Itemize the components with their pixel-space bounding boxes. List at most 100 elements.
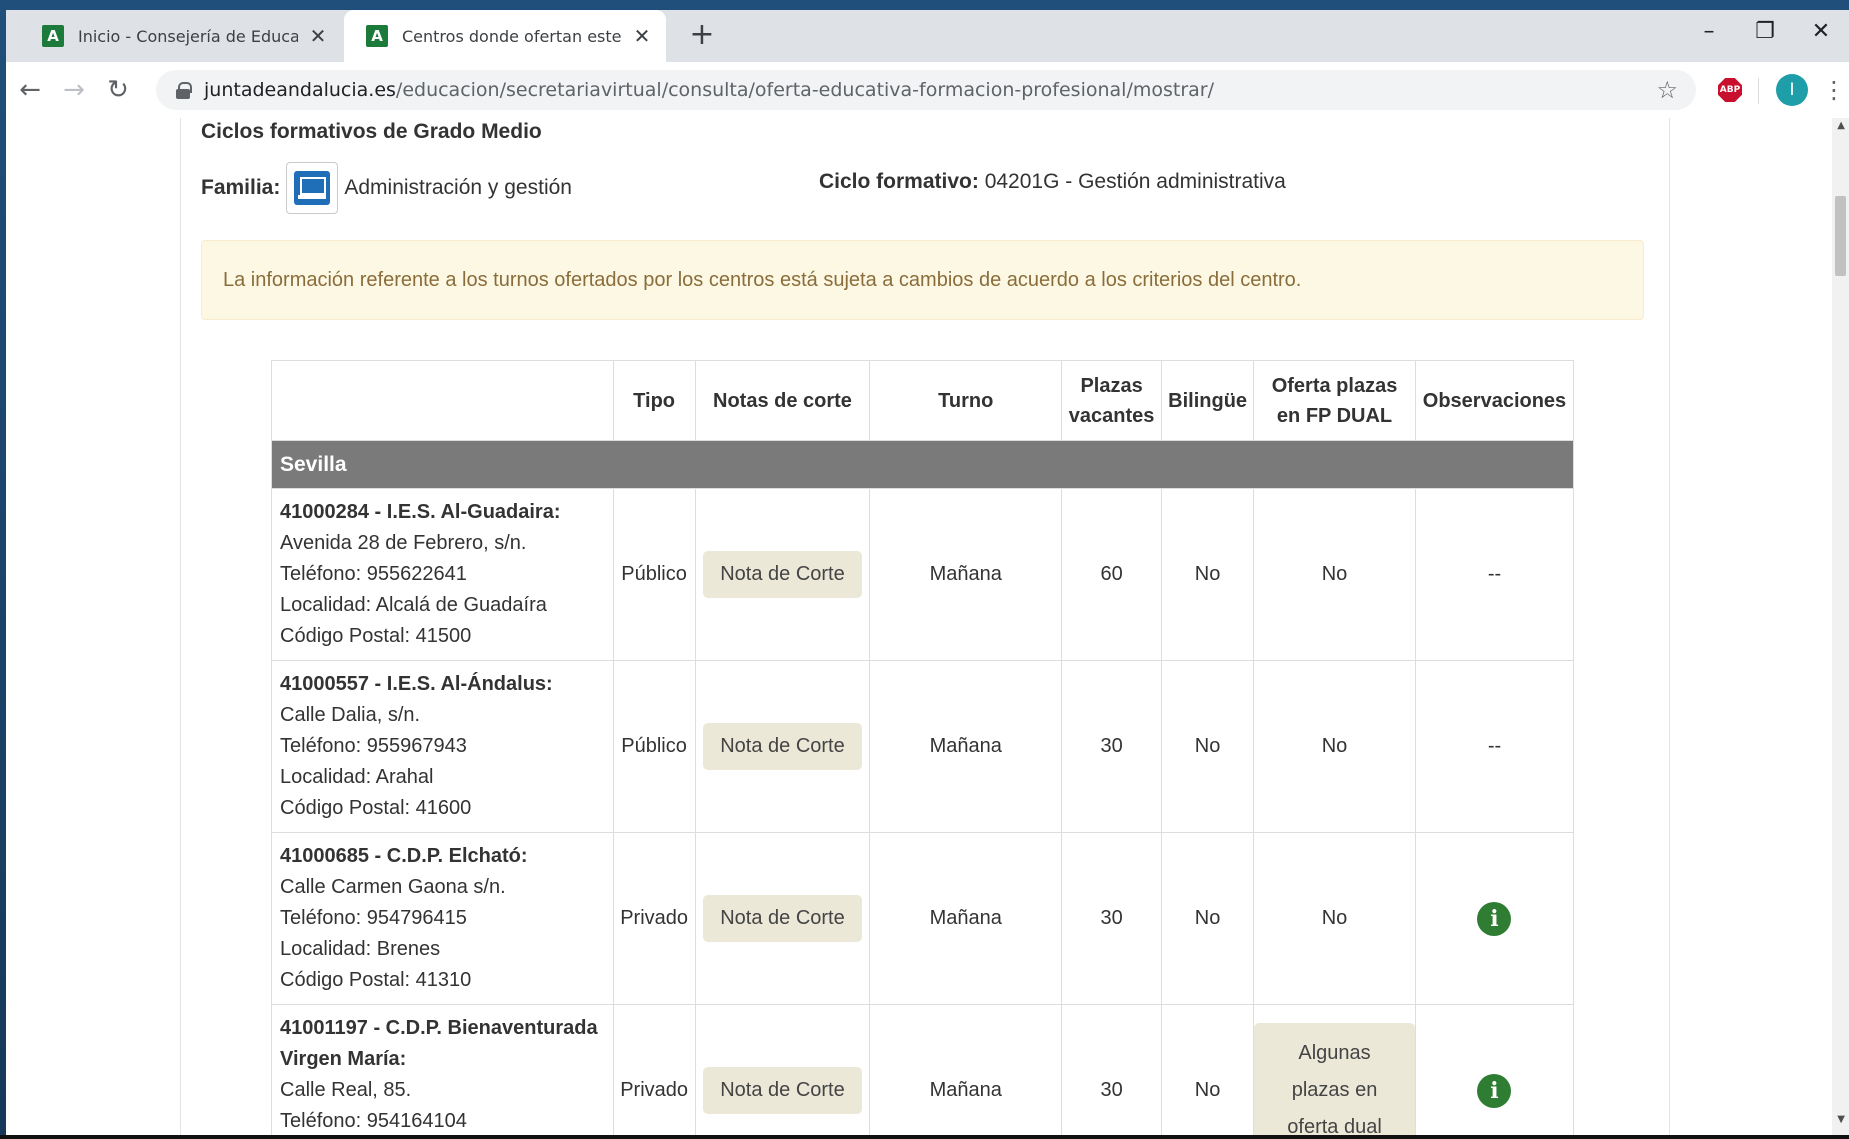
centro-phone: Teléfono: 954796415 [280, 907, 467, 929]
cell-observaciones: i [1414, 832, 1575, 1005]
centro-address: Calle Dalia, s/n. [280, 704, 421, 726]
centro-phone: Teléfono: 955967943 [280, 735, 467, 757]
tab-inicio[interactable]: A Inicio - Consejería de Educación y ✕ [20, 10, 342, 62]
close-window-button[interactable]: ✕ [1793, 10, 1849, 52]
cell-plazas: 30 [1061, 660, 1163, 833]
centro-info: 41001197 - C.D.P. Bienaventurada Virgen … [271, 1004, 614, 1139]
nota-de-corte-button[interactable]: Nota de Corte [703, 1067, 862, 1114]
header-dual: Oferta plazas en FP DUAL [1253, 360, 1416, 441]
table-row: 41000284 - I.E.S. Al-Guadaira: Avenida 2… [271, 488, 1575, 661]
dual-offer-badge[interactable]: Algunas plazas en oferta dual [1254, 1023, 1415, 1139]
junta-favicon-icon: A [42, 25, 64, 47]
centro-info: 41000284 - I.E.S. Al-Guadaira: Avenida 2… [271, 488, 614, 661]
cell-tipo: Privado [612, 1004, 696, 1139]
table-header-row: Tipo Notas de corte Turno Plazas vacante… [271, 360, 1575, 441]
centro-name: 41000284 - I.E.S. Al-Guadaira: [280, 501, 561, 523]
cell-bilingue: No [1161, 832, 1255, 1005]
table-row: 41000685 - C.D.P. Elcható: Calle Carmen … [271, 832, 1575, 1005]
centro-info: 41000557 - I.E.S. Al-Ándalus: Calle Dali… [271, 660, 614, 833]
cell-observaciones: -- [1414, 488, 1575, 661]
junta-favicon-icon: A [366, 25, 388, 47]
cell-nota: Nota de Corte [694, 832, 871, 1005]
profile-avatar[interactable]: I [1776, 74, 1808, 106]
tab-strip: A Inicio - Consejería de Educación y ✕ A… [6, 10, 1849, 62]
page-viewport: Ciclos formativos de Grado Medio Familia… [6, 118, 1849, 1139]
cell-plazas: 30 [1061, 832, 1163, 1005]
reload-button[interactable]: ↻ [98, 70, 138, 110]
centro-address: Calle Real, 85. [280, 1079, 412, 1101]
vertical-scrollbar[interactable]: ▲ ▼ [1832, 118, 1849, 1139]
centro-info: 41000685 - C.D.P. Elcható: Calle Carmen … [271, 832, 614, 1005]
centro-locality: Localidad: Alcalá de Guadaíra [280, 594, 547, 616]
nota-de-corte-button[interactable]: Nota de Corte [703, 551, 862, 598]
cell-tipo: Público [612, 660, 696, 833]
forward-button[interactable]: → [54, 70, 94, 110]
group-label: Sevilla [271, 440, 1574, 489]
tab-close-icon[interactable]: ✕ [308, 24, 328, 48]
centros-table: Tipo Notas de corte Turno Plazas vacante… [271, 360, 1575, 1139]
table-row: 41000557 - I.E.S. Al-Ándalus: Calle Dali… [271, 660, 1575, 833]
maximize-button[interactable]: ❐ [1737, 10, 1793, 52]
ciclo-value: 04201G - Gestión administrativa [984, 170, 1286, 193]
adblock-extension-icon[interactable]: ABP [1718, 78, 1742, 102]
cell-bilingue: No [1161, 488, 1255, 661]
ciclo-label: Ciclo formativo: [819, 170, 979, 193]
table-row: 41001197 - C.D.P. Bienaventurada Virgen … [271, 1004, 1575, 1139]
centro-postal: Código Postal: 41600 [280, 797, 472, 819]
warning-alert: La información referente a los turnos of… [201, 240, 1644, 320]
cell-nota: Nota de Corte [694, 660, 871, 833]
lock-icon [176, 82, 192, 99]
group-row: Sevilla [271, 440, 1574, 489]
centro-phone: Teléfono: 955622641 [280, 563, 467, 585]
minimize-button[interactable]: – [1681, 10, 1737, 52]
tab-title: Centros donde ofertan este ciclo [402, 26, 622, 46]
scroll-down-arrow-icon[interactable]: ▼ [1837, 1114, 1845, 1125]
section-title: Ciclos formativos de Grado Medio [201, 120, 542, 143]
url-domain: juntadeandalucia.es [204, 79, 396, 101]
taskbar-edge [0, 1135, 1849, 1139]
header-observaciones: Observaciones [1414, 360, 1575, 441]
browser-toolbar: ← → ↻ juntadeandalucia.es/educacion/secr… [6, 62, 1849, 118]
cell-turno: Mañana [869, 660, 1063, 833]
cell-dual: No [1253, 660, 1416, 833]
tab-title: Inicio - Consejería de Educación y [78, 26, 298, 46]
administration-icon [286, 162, 339, 214]
centro-postal: Código Postal: 41310 [280, 969, 472, 991]
address-bar[interactable]: juntadeandalucia.es/educacion/secretaria… [156, 70, 1696, 110]
cell-dual: No [1253, 832, 1416, 1005]
tab-centros[interactable]: A Centros donde ofertan este ciclo ✕ [344, 10, 666, 62]
new-tab-button[interactable]: + [686, 20, 718, 52]
cell-dual: Algunas plazas en oferta dual [1253, 1004, 1416, 1139]
cell-dual: No [1253, 488, 1416, 661]
cell-plazas: 30 [1061, 1004, 1163, 1139]
centro-address: Avenida 28 de Febrero, s/n. [280, 532, 527, 554]
cell-observaciones: i [1414, 1004, 1575, 1139]
centro-postal: Código Postal: 41500 [280, 625, 472, 647]
cell-observaciones: -- [1414, 660, 1575, 833]
cell-turno: Mañana [869, 1004, 1063, 1139]
centro-phone: Teléfono: 954164104 [280, 1110, 467, 1132]
bookmark-star-icon[interactable]: ☆ [1656, 76, 1678, 104]
cell-nota: Nota de Corte [694, 1004, 871, 1139]
header-bilingue: Bilingüe [1161, 360, 1255, 441]
tab-close-icon[interactable]: ✕ [632, 24, 652, 48]
nota-de-corte-button[interactable]: Nota de Corte [703, 723, 862, 770]
header-centro [271, 360, 614, 441]
info-icon[interactable]: i [1477, 901, 1512, 936]
url-path: /educacion/secretariavirtual/consulta/of… [395, 79, 1214, 101]
browser-window: A Inicio - Consejería de Educación y ✕ A… [6, 10, 1849, 1139]
cell-bilingue: No [1161, 660, 1255, 833]
scroll-up-arrow-icon[interactable]: ▲ [1837, 120, 1845, 131]
centro-address: Calle Carmen Gaona s/n. [280, 876, 506, 898]
back-button[interactable]: ← [10, 70, 50, 110]
browser-menu-icon[interactable]: ⋮ [1822, 74, 1846, 106]
cell-tipo: Privado [612, 832, 696, 1005]
ciclo-info: Ciclo formativo: 04201G - Gestión admini… [819, 170, 1286, 194]
cell-plazas: 60 [1061, 488, 1163, 661]
cell-turno: Mañana [869, 832, 1063, 1005]
info-icon[interactable]: i [1477, 1073, 1512, 1108]
header-turno: Turno [869, 360, 1063, 441]
main-content: Ciclos formativos de Grado Medio Familia… [180, 118, 1670, 1139]
scroll-thumb[interactable] [1835, 196, 1846, 276]
nota-de-corte-button[interactable]: Nota de Corte [703, 895, 862, 942]
